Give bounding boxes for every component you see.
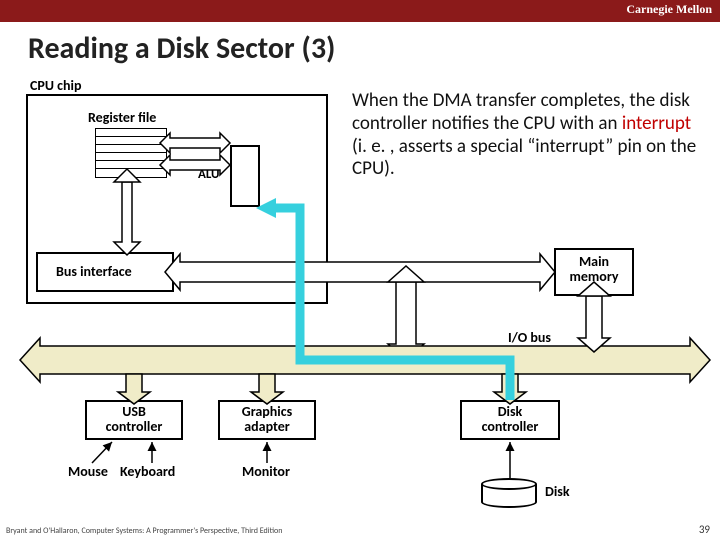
alu-box: [230, 145, 260, 207]
disk-icon: [481, 478, 537, 508]
usb-l2: controller: [106, 418, 163, 435]
graphics-adapter-label: Graphics adapter: [228, 404, 306, 435]
cpu-chip-label: CPU chip: [30, 78, 82, 93]
main-memory-label: Main memory: [564, 254, 624, 285]
keyboard-label: Keyboard: [120, 464, 175, 479]
org-name: Carnegie Mellon: [626, 2, 712, 17]
gfx-l2: adapter: [244, 418, 290, 435]
footer-citation: Bryant and O'Hallaron, Computer Systems:…: [6, 526, 282, 536]
disk-controller-label: Disk controller: [470, 404, 550, 435]
register-file-box: [95, 128, 167, 178]
disk-label: Disk: [545, 484, 570, 499]
main-memory-l2: memory: [569, 268, 618, 285]
desc-highlight: interrupt: [622, 112, 691, 135]
description-text: When the DMA transfer completes, the dis…: [352, 90, 702, 181]
mouse-label: Mouse: [68, 464, 108, 479]
slide-title: Reading a Disk Sector (3): [28, 30, 335, 67]
monitor-label: Monitor: [242, 464, 290, 479]
bus-interface-label: Bus interface: [56, 264, 132, 279]
usb-controller-label: USB controller: [95, 404, 173, 435]
io-bus-label: I/O bus: [508, 330, 551, 345]
disk-ctrl-l2: controller: [482, 418, 539, 435]
register-file-label: Register file: [88, 110, 156, 125]
alu-label: ALU: [198, 168, 220, 182]
page-number: 39: [699, 523, 710, 536]
header-bar: [0, 0, 720, 22]
desc-part2: (i. e. , asserts a special “interrupt” p…: [352, 135, 696, 181]
